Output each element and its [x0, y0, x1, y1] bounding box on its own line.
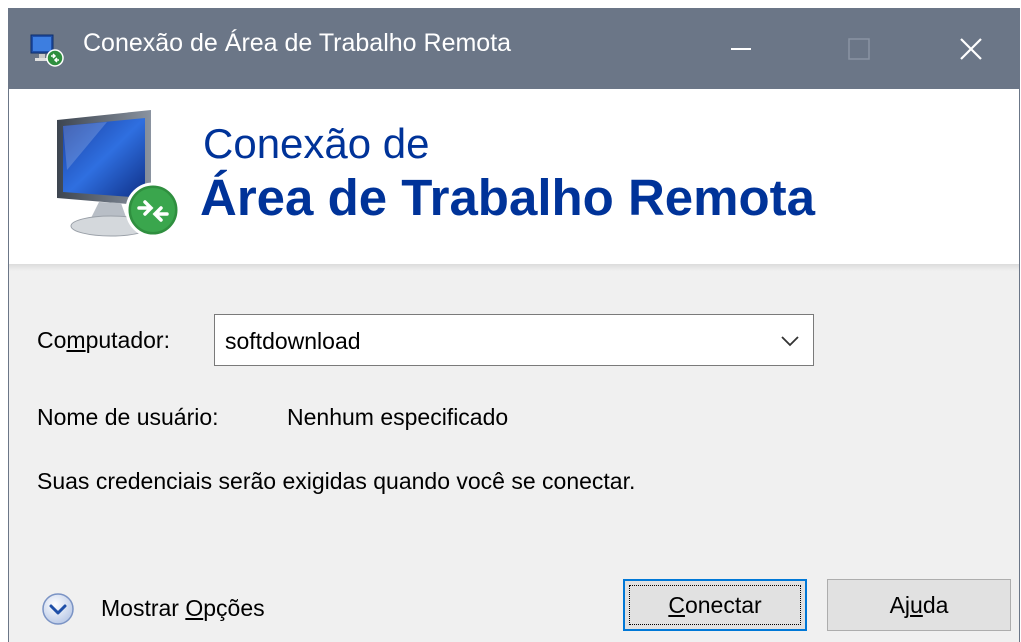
maximize-button — [809, 8, 909, 89]
help-label: Ajuda — [889, 591, 949, 618]
close-icon — [960, 37, 982, 60]
banner-title-line2: Área de Trabalho Remota — [200, 169, 816, 226]
banner-divider — [9, 264, 1019, 271]
connect-button[interactable]: Conectar — [623, 579, 807, 631]
computer-combobox[interactable]: softdownload — [214, 314, 814, 366]
maximize-icon — [848, 37, 870, 60]
connect-label: Conectar — [668, 591, 762, 618]
computer-input[interactable]: softdownload — [225, 328, 361, 355]
rdp-window: Conexão de Área de Trabalho Remota Conex… — [8, 8, 1020, 642]
expand-chevron-icon[interactable] — [41, 592, 75, 626]
banner-title-line1: Conexão de — [203, 120, 430, 167]
credentials-note: Suas credenciais serão exigidas quando v… — [37, 468, 636, 494]
username-value: Nenhum especificado — [287, 404, 509, 430]
window-title: Conexão de Área de Trabalho Remota — [83, 29, 512, 57]
remote-desktop-monitor-icon — [57, 110, 181, 238]
minimize-button[interactable] — [691, 8, 791, 89]
close-button[interactable] — [921, 8, 1021, 89]
help-button[interactable]: Ajuda — [827, 579, 1011, 631]
computer-label: Computador: — [37, 327, 170, 353]
username-label: Nome de usuário: — [37, 404, 219, 430]
minimize-icon — [731, 47, 751, 50]
show-options-toggle[interactable]: Mostrar Opções — [41, 590, 311, 628]
title-bar[interactable]: Conexão de Área de Trabalho Remota — [9, 8, 1019, 89]
show-options-label[interactable]: Mostrar Opções — [101, 595, 265, 622]
chevron-down-icon[interactable] — [779, 331, 801, 351]
remote-desktop-app-icon — [30, 34, 64, 67]
